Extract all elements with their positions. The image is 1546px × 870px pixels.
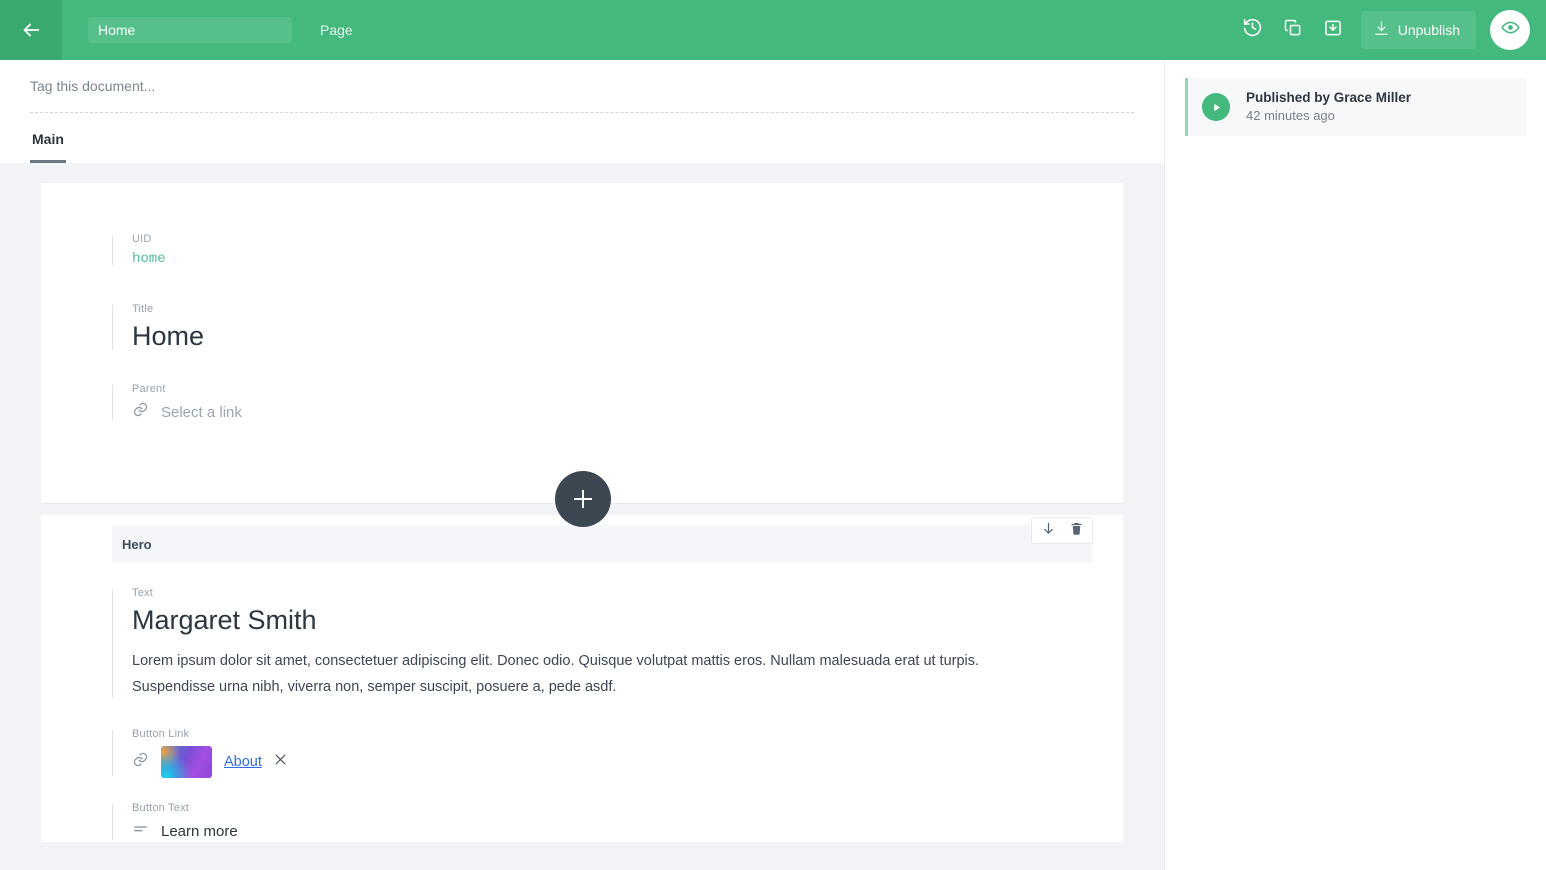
linked-document-thumbnail[interactable] (161, 746, 212, 778)
slice-card-hero: Hero Text Margaret Smith Lorem ipsum dol… (41, 515, 1123, 842)
field-uid-label: UID (132, 233, 152, 245)
slice-body: Text Margaret Smith Lorem ipsum dolor si… (41, 563, 1123, 842)
unpublish-label: Unpublish (1397, 22, 1460, 38)
history-button[interactable] (1233, 10, 1273, 50)
field-text: Text Margaret Smith Lorem ipsum dolor si… (112, 587, 1123, 700)
toolbar-actions: Unpublish (1233, 0, 1546, 60)
unpublish-button[interactable]: Unpublish (1360, 11, 1476, 49)
history-icon (1242, 17, 1263, 43)
close-icon (274, 753, 287, 771)
add-slice-button[interactable] (555, 471, 611, 527)
duplicate-icon (1283, 18, 1303, 43)
save-box-icon (1323, 18, 1343, 43)
document-type-label: Page (320, 22, 353, 38)
document-name-value: Home (98, 22, 136, 38)
tag-row: Tag this document... (0, 60, 1134, 112)
editor-scroll-area[interactable]: UID home Title Home Parent Select a link… (0, 163, 1164, 870)
link-icon (132, 401, 149, 423)
arrow-left-icon (20, 19, 42, 41)
trash-icon (1069, 521, 1084, 541)
field-button-link-row: About (132, 746, 1123, 778)
publish-status-card[interactable]: Published by Grace Miller 42 minutes ago (1185, 78, 1526, 136)
text-lines-icon (132, 820, 149, 842)
field-title-input[interactable]: Home (132, 321, 1123, 352)
back-button[interactable] (0, 0, 62, 60)
field-button-link: Button Link About (112, 728, 1123, 778)
document-name-input[interactable]: Home (88, 17, 292, 43)
eye-icon (1500, 18, 1520, 42)
field-uid: UID home (112, 233, 1123, 267)
preview-button[interactable] (1490, 10, 1530, 50)
editor-header: Tag this document... Main (0, 60, 1164, 163)
field-title-label: Title (132, 303, 154, 315)
field-parent-label: Parent (132, 383, 166, 395)
field-parent-input[interactable]: Select a link (161, 404, 242, 421)
field-parent-row: Select a link (132, 401, 1123, 423)
publish-status-time: 42 minutes ago (1246, 108, 1335, 123)
top-toolbar: Home Page Unpublish (0, 0, 1546, 60)
play-circle-icon (1202, 93, 1230, 121)
slice-header[interactable]: Hero (112, 517, 1093, 563)
field-button-text-input[interactable]: Learn more (161, 823, 238, 840)
editor-tabs: Main (0, 113, 1164, 163)
save-button[interactable] (1313, 10, 1353, 50)
field-title: Title Home (112, 303, 1123, 352)
document-editor: Tag this document... Main UID home Title (0, 60, 1164, 870)
tab-main[interactable]: Main (30, 131, 66, 163)
remove-link-button[interactable] (274, 753, 287, 771)
field-button-text-row: Learn more (132, 820, 1123, 842)
field-button-text: Button Text Learn more (112, 802, 1123, 842)
field-uid-input[interactable]: home (132, 251, 1123, 267)
slice-tools (1031, 517, 1093, 544)
duplicate-button[interactable] (1273, 10, 1313, 50)
field-text-label: Text (132, 587, 153, 599)
field-text-paragraph-1[interactable]: Lorem ipsum dolor sit amet, consectetuer… (132, 648, 1123, 674)
body-wrapper: Tag this document... Main UID home Title (0, 60, 1546, 870)
slice-delete-button[interactable] (1066, 521, 1086, 541)
slice-title: Hero (122, 536, 152, 552)
publish-status-title: Published by Grace Miller (1246, 90, 1412, 105)
field-text-heading[interactable]: Margaret Smith (132, 605, 1123, 636)
tag-input[interactable]: Tag this document... (30, 78, 155, 94)
download-icon (1373, 20, 1390, 40)
field-text-paragraph-2[interactable]: Suspendisse urna nibh, viverra non, semp… (132, 674, 1123, 700)
arrow-down-icon (1041, 521, 1056, 541)
app-root: Home Page Unpublish Tag this document...… (0, 0, 1546, 870)
field-parent: Parent Select a link (112, 383, 1123, 423)
document-fields-card: UID home Title Home Parent Select a link (41, 183, 1123, 503)
publish-status-text: Published by Grace Miller 42 minutes ago (1246, 89, 1411, 125)
field-button-link-label: Button Link (132, 728, 190, 740)
link-icon (132, 751, 149, 773)
field-button-text-label: Button Text (132, 802, 190, 814)
right-sidebar: Published by Grace Miller 42 minutes ago (1164, 60, 1546, 870)
slice-move-down-button[interactable] (1038, 521, 1058, 541)
linked-document-link[interactable]: About (224, 754, 262, 770)
